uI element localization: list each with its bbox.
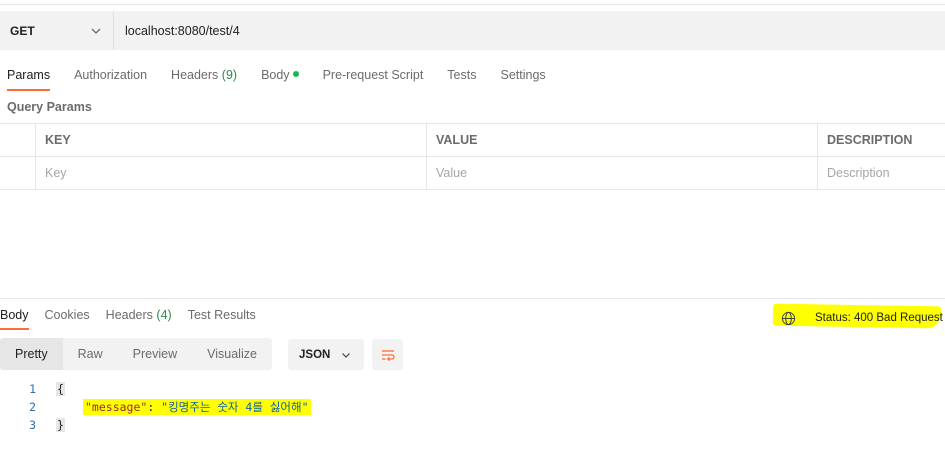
tab-label: Test Results [187, 308, 256, 322]
open-brace: { [56, 382, 65, 396]
view-visualize[interactable]: Visualize [192, 338, 272, 370]
globe-icon[interactable] [781, 311, 796, 326]
tab-label: Headers [105, 308, 153, 322]
json-colon: : [147, 400, 162, 414]
tab-body[interactable]: Body [261, 60, 299, 92]
tab-label: Params [7, 68, 51, 82]
table-header-row: KEY VALUE DESCRIPTION [0, 124, 945, 157]
chevron-down-icon [91, 28, 101, 34]
tab-tests[interactable]: Tests [447, 60, 476, 92]
chevron-down-icon [342, 352, 350, 358]
request-tabs: Params Authorization Headers (9) Body Pr… [0, 60, 570, 92]
method-label: GET [10, 23, 35, 38]
request-url-bar: GET localhost:8080/test/4 [0, 11, 945, 50]
tab-label: Body [0, 308, 29, 322]
tab-label: Headers [171, 68, 219, 82]
tab-label: Body [261, 68, 290, 82]
tab-label: Tests [447, 68, 477, 82]
status-text[interactable]: Status: 400 Bad Request [815, 312, 943, 324]
response-status: Status: 400 Bad Request [775, 306, 943, 330]
url-input[interactable]: localhost:8080/test/4 [114, 11, 945, 50]
row-checkbox-cell [0, 157, 36, 189]
line-number: 2 [29, 400, 36, 414]
key-input[interactable]: Key [36, 157, 427, 189]
value-column-header: VALUE [427, 124, 818, 156]
wrap-lines-icon [381, 349, 395, 361]
tab-label: Authorization [74, 68, 148, 82]
tab-label: Cookies [44, 308, 90, 322]
highlighted-message: "message": "킹명주는 숫자 4를 싫어해" [83, 399, 311, 415]
method-dropdown[interactable]: GET [0, 11, 114, 50]
response-tab-test-results[interactable]: Test Results [188, 300, 256, 330]
headers-count: (9) [221, 68, 238, 82]
line-number: 1 [29, 382, 36, 396]
format-label: JSON [299, 348, 331, 361]
format-dropdown[interactable]: JSON [288, 339, 364, 370]
response-headers-count: (4) [156, 308, 172, 322]
pane-divider[interactable] [0, 298, 945, 299]
description-input[interactable]: Description [818, 157, 945, 189]
tab-label: Settings [500, 68, 546, 82]
response-tab-body[interactable]: Body [0, 300, 29, 330]
view-preview[interactable]: Preview [118, 338, 192, 370]
view-mode-switcher: Pretty Raw Preview Visualize [0, 338, 272, 370]
top-divider [0, 0, 945, 5]
table-row: Key Value Description [0, 157, 945, 190]
json-key: "message" [85, 400, 148, 414]
view-pretty[interactable]: Pretty [0, 338, 63, 370]
close-brace: } [56, 418, 65, 432]
url-text: localhost:8080/test/4 [125, 23, 240, 38]
response-tabs: Body Cookies Headers (4) Test Results [0, 300, 272, 330]
tab-pre-request-script[interactable]: Pre-request Script [323, 60, 424, 92]
tab-params[interactable]: Params [7, 60, 51, 92]
query-params-table: KEY VALUE DESCRIPTION Key Value Descript… [0, 123, 945, 190]
view-raw[interactable]: Raw [63, 338, 118, 370]
checkbox-column-header [0, 124, 36, 156]
body-indicator-dot [292, 71, 299, 77]
response-tab-cookies[interactable]: Cookies [45, 300, 90, 330]
description-column-header: DESCRIPTION [827, 133, 913, 147]
wrap-lines-button[interactable] [372, 339, 403, 370]
response-tab-headers[interactable]: Headers (4) [106, 300, 172, 330]
query-params-title: Query Params [7, 100, 92, 114]
value-input[interactable]: Value [427, 157, 818, 189]
line-number: 3 [29, 418, 36, 432]
key-column-header: KEY [36, 124, 427, 156]
tab-label: Pre-request Script [322, 68, 424, 82]
tab-headers[interactable]: Headers (9) [171, 60, 237, 92]
tab-authorization[interactable]: Authorization [74, 60, 147, 92]
tab-settings[interactable]: Settings [500, 60, 545, 92]
json-value: "킹명주는 숫자 4를 싫어해" [161, 400, 309, 414]
